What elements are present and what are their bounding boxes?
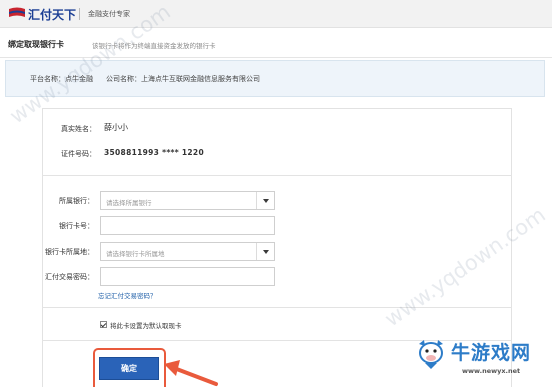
- confirm-button[interactable]: 确定: [99, 357, 159, 380]
- merchant-info-bar: 平台名称：点牛金融 公司名称：上海点牛互联网金融信息服务有限公司: [5, 60, 545, 97]
- id-number-value: 3508811993 **** 1220: [104, 148, 204, 157]
- company-name: 公司名称：上海点牛互联网金融信息服务有限公司: [106, 75, 260, 83]
- bank-select[interactable]: 请选择所属银行: [100, 191, 275, 210]
- cow-mascot-icon: [419, 340, 443, 369]
- pointer-arrow-icon: [164, 360, 218, 386]
- card-region-dropdown[interactable]: [256, 243, 274, 260]
- card-region-label: 银行卡所属地：: [45, 248, 94, 256]
- site-brand-name: 牛游戏网: [451, 342, 532, 364]
- real-name-label: 真实姓名：: [61, 125, 96, 133]
- platform-name: 平台名称：点牛金融: [30, 75, 93, 83]
- brand-name: 汇付天下: [28, 8, 77, 22]
- forgot-password-link[interactable]: 忘记汇付交易密码？: [98, 290, 157, 300]
- brand-divider: [79, 8, 80, 20]
- page-description: 该银行卡将作为终端直接资金发放的银行卡: [92, 42, 216, 50]
- trade-password-input[interactable]: [100, 267, 275, 286]
- section-divider: [42, 307, 512, 308]
- site-brand-url: www.newyx.net: [462, 367, 521, 375]
- default-card-label: 将此卡设置为默认取现卡: [110, 322, 182, 330]
- default-card-checkbox[interactable]: [100, 321, 107, 328]
- page-header: 绑定取现银行卡 该银行卡将作为终端直接资金发放的银行卡: [0, 36, 552, 58]
- trade-password-label: 汇付交易密码：: [45, 273, 94, 281]
- card-region-placeholder: 请选择银行卡所属地: [106, 250, 165, 258]
- card-number-input[interactable]: [100, 216, 275, 235]
- bank-select-placeholder: 请选择所属银行: [106, 199, 152, 207]
- huifu-logo-icon: [9, 7, 25, 17]
- chevron-down-icon: [263, 250, 269, 254]
- page-title: 绑定取现银行卡: [8, 40, 64, 49]
- brand-slogan: 金融支付专家: [88, 10, 130, 18]
- chevron-down-icon: [263, 199, 269, 203]
- section-divider: [42, 175, 512, 176]
- card-region-select[interactable]: 请选择银行卡所属地: [100, 242, 275, 261]
- id-number-label: 证件号码：: [61, 150, 96, 158]
- top-bar: 汇付天下 金融支付专家: [0, 0, 552, 28]
- bank-select-dropdown[interactable]: [256, 192, 274, 209]
- card-number-label: 银行卡号：: [59, 222, 94, 230]
- real-name-value: 薛小小: [104, 123, 128, 132]
- bank-label: 所属银行：: [59, 197, 94, 205]
